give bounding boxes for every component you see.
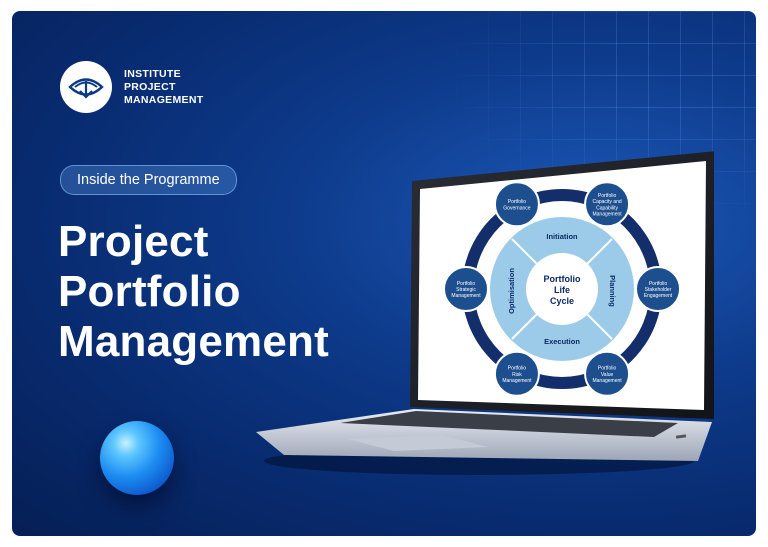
diagram-node-label: Management bbox=[451, 293, 481, 299]
glossy-sphere bbox=[100, 421, 174, 495]
diagram-node-label: Management bbox=[502, 378, 532, 384]
diagram-node-label: Governance bbox=[503, 205, 530, 211]
diagram-node-label: Capacity and bbox=[592, 199, 621, 205]
laptop-illustration: Portfolio Life Cycle Initiation Executio… bbox=[256, 151, 714, 475]
diagram-node-label: Portfolio bbox=[598, 193, 617, 199]
eye-logo-icon bbox=[60, 61, 112, 113]
diagram-node-label: Value bbox=[601, 372, 614, 378]
brand-name: INSTITUTE PROJECT MANAGEMENT bbox=[124, 68, 203, 107]
diagram-node-label: Engagement bbox=[644, 293, 673, 299]
brand-line: PROJECT bbox=[124, 80, 176, 93]
diagram-node-label: Portfolio bbox=[649, 281, 668, 287]
center-label: Portfolio bbox=[544, 274, 581, 284]
logo[interactable]: INSTITUTE PROJECT MANAGEMENT bbox=[60, 61, 203, 113]
center-label: Cycle bbox=[550, 296, 574, 306]
diagram-node-label: Portfolio bbox=[457, 281, 476, 287]
diagram-node-label: Portfolio bbox=[508, 366, 527, 372]
diagram-node-label: Capability bbox=[596, 205, 618, 211]
brand-line: MANAGEMENT bbox=[124, 93, 204, 106]
center-label: Life bbox=[554, 285, 570, 295]
phase-label-right: Planning bbox=[608, 275, 617, 307]
phase-label-left: Optimisation bbox=[507, 268, 516, 314]
diagram-node-label: Risk bbox=[512, 372, 522, 378]
diagram-node-label: Strategic bbox=[456, 287, 476, 293]
diagram-node-label: Management bbox=[592, 212, 622, 218]
hero-card: INSTITUTE PROJECT MANAGEMENT Inside the … bbox=[12, 11, 756, 536]
diagram-node-label: Stakeholder bbox=[645, 287, 672, 293]
diagram-node-label: Portfolio bbox=[598, 366, 617, 372]
diagram-node-label: Portfolio bbox=[508, 199, 527, 205]
diagram-node-label: Management bbox=[592, 378, 622, 384]
brand-line: INSTITUTE bbox=[124, 67, 181, 80]
category-badge: Inside the Programme bbox=[60, 165, 237, 195]
phase-label-bottom: Execution bbox=[544, 337, 580, 346]
phase-label-top: Initiation bbox=[546, 232, 578, 241]
